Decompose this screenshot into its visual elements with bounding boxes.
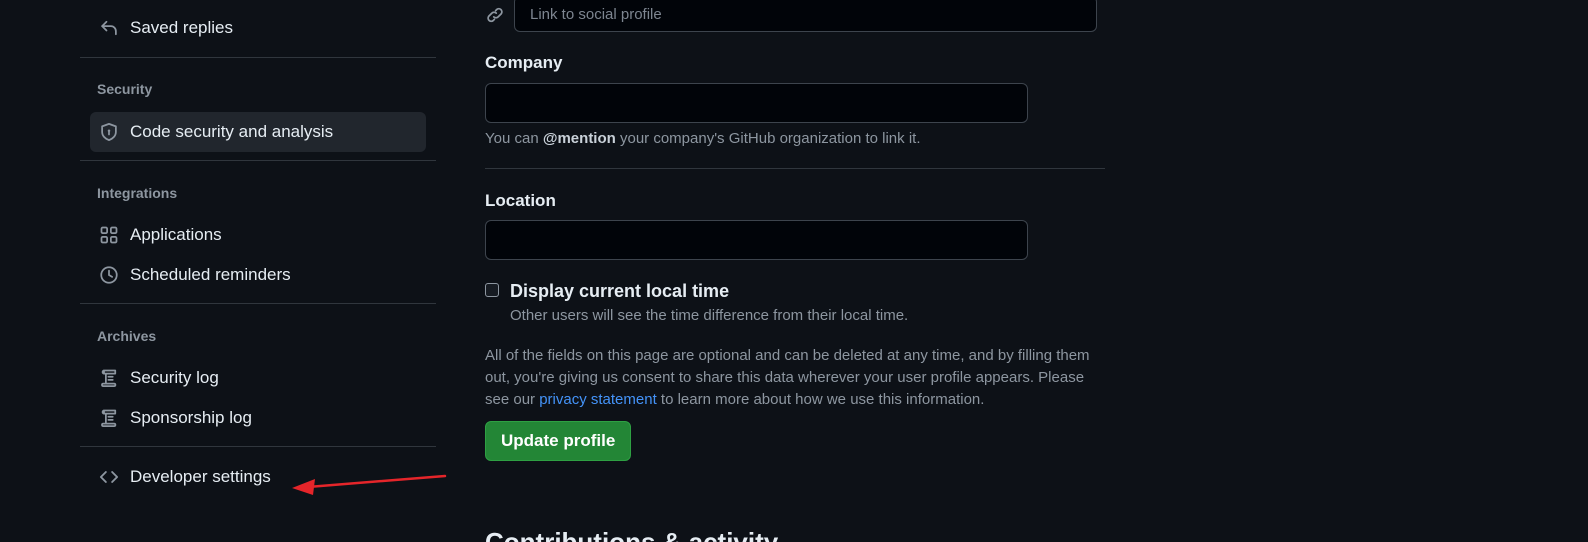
- settings-page: Saved replies Security Code security and…: [0, 0, 1588, 542]
- sidebar-item-label: Sponsorship log: [130, 408, 252, 427]
- sidebar-item-label: Scheduled reminders: [130, 265, 291, 284]
- sidebar-item-scheduled-reminders[interactable]: Scheduled reminders: [90, 255, 426, 295]
- sidebar-item-developer-settings[interactable]: Developer settings: [90, 457, 426, 497]
- sidebar-item-security-log[interactable]: Security log: [90, 358, 426, 398]
- update-profile-button[interactable]: Update profile: [485, 421, 632, 461]
- location-input[interactable]: [485, 220, 1028, 260]
- mention-text: @mention: [542, 130, 616, 147]
- sidebar-section-archives: Archives: [97, 328, 157, 344]
- disclaimer-suffix: to learn more about how we use this info…: [656, 391, 985, 408]
- sidebar-item-label: Developer settings: [130, 467, 271, 486]
- link-icon: [485, 5, 505, 25]
- sidebar-item-label: Saved replies: [130, 18, 234, 37]
- clock-icon: [99, 265, 119, 285]
- code-icon: [99, 467, 119, 487]
- sidebar-section-security: Security: [97, 81, 153, 97]
- sidebar-item-label: Security log: [130, 368, 219, 387]
- log-icon: [99, 368, 119, 388]
- company-label: Company: [485, 53, 563, 72]
- apps-grid-icon: [99, 225, 119, 245]
- sidebar-item-applications[interactable]: Applications: [90, 215, 426, 255]
- location-label: Location: [485, 191, 556, 210]
- sidebar-item-label: Code security and analysis: [130, 122, 334, 141]
- log-icon: [99, 408, 119, 428]
- sidebar-divider: [80, 57, 436, 58]
- sidebar-item-label: Applications: [130, 225, 222, 244]
- local-time-note: Other users will see the time difference…: [510, 307, 909, 324]
- company-note: You can @mention your company's GitHub o…: [485, 130, 921, 147]
- local-time-label[interactable]: Display current local time: [510, 281, 729, 302]
- sidebar-section-integrations: Integrations: [97, 185, 178, 201]
- sidebar-item-code-security[interactable]: Code security and analysis: [90, 112, 426, 152]
- company-note-suffix: your company's GitHub organization to li…: [615, 130, 921, 147]
- sidebar-divider: [80, 303, 436, 304]
- reply-icon: [99, 18, 119, 38]
- optional-fields-disclaimer: All of the fields on this page are optio…: [485, 345, 1105, 411]
- form-divider: [485, 168, 1105, 169]
- privacy-statement-link[interactable]: privacy statement: [539, 391, 657, 408]
- company-input[interactable]: [485, 83, 1028, 123]
- sidebar-divider: [80, 446, 436, 447]
- sidebar-divider: [80, 160, 436, 161]
- shield-icon: [99, 122, 119, 142]
- sidebar-item-saved-replies[interactable]: Saved replies: [90, 8, 426, 48]
- company-note-prefix: You can: [485, 130, 543, 147]
- contributions-heading: Contributions & activity: [485, 527, 779, 542]
- social-profile-input[interactable]: [514, 0, 1097, 32]
- sidebar-item-sponsorship-log[interactable]: Sponsorship log: [90, 398, 426, 438]
- local-time-checkbox[interactable]: [485, 283, 499, 297]
